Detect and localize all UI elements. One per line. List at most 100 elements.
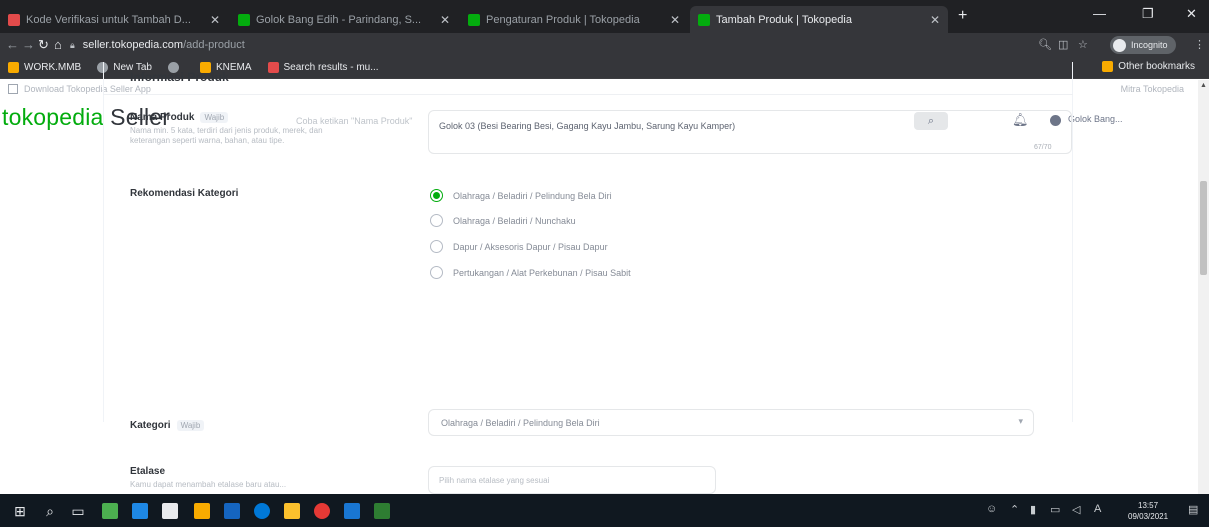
category-label: Kategori Wajib bbox=[130, 420, 205, 431]
file-explorer-icon[interactable] bbox=[192, 501, 212, 521]
minimize-button[interactable]: — bbox=[1093, 6, 1106, 21]
language-icon[interactable]: A bbox=[1094, 503, 1101, 515]
tab-title: Tambah Produk | Tokopedia bbox=[716, 13, 852, 26]
zoom-icon[interactable]: 🔍︎ bbox=[1038, 38, 1052, 51]
bookmark-star-icon[interactable]: ☆ bbox=[1078, 38, 1088, 51]
taskbar-app-icon[interactable] bbox=[282, 501, 302, 521]
taskbar-app-icon[interactable] bbox=[372, 501, 392, 521]
url-path: /add-product bbox=[183, 39, 245, 51]
tray-chevron-up-icon[interactable]: ⌃ bbox=[1010, 503, 1019, 516]
back-arrow-icon[interactable]: ← bbox=[6, 37, 19, 52]
taskbar-clock[interactable]: 13:57 09/03/2021 bbox=[1128, 500, 1168, 522]
radio-empty-icon bbox=[430, 266, 443, 279]
battery-icon[interactable]: ▭ bbox=[1050, 503, 1060, 516]
chevron-down-icon: ▾ bbox=[1018, 416, 1023, 426]
incognito-indicator[interactable]: Incognito bbox=[1110, 36, 1176, 54]
product-name-label-text: Nama Produk bbox=[130, 112, 195, 123]
clock-date: 09/03/2021 bbox=[1128, 512, 1169, 521]
brand-name: tokopedia bbox=[2, 104, 104, 130]
close-window-button[interactable]: ✕ bbox=[1186, 6, 1197, 22]
url-host: seller.tokopedia.com bbox=[82, 39, 184, 51]
scroll-up-arrow-icon[interactable]: ▲ bbox=[1200, 82, 1207, 89]
tab-close-icon[interactable]: ✕ bbox=[210, 13, 220, 27]
clock-time: 13:57 bbox=[1138, 501, 1159, 510]
tab-close-icon[interactable]: ✕ bbox=[440, 13, 450, 27]
scrollbar-thumb[interactable] bbox=[1200, 181, 1207, 275]
required-badge: Wajib bbox=[200, 112, 229, 123]
tab-title: Pengaturan Produk | Tokopedia bbox=[486, 13, 640, 26]
download-app-checkbox[interactable] bbox=[8, 84, 18, 94]
taskbar-app-icon[interactable] bbox=[222, 501, 242, 521]
etalase-input[interactable]: Pilih nama etalase yang sesuai bbox=[428, 466, 716, 494]
task-view-icon[interactable]: ▭ bbox=[68, 501, 88, 521]
product-name-help: Nama min. 5 kata, terdiri dari jenis pro… bbox=[130, 126, 323, 145]
tab-favicon-icon bbox=[238, 13, 250, 26]
browser-tab-active[interactable]: Tambah Produk | Tokopedia ✕ bbox=[690, 6, 948, 33]
browser-tab-strip: Kode Verifikasi untuk Tambah D... ✕ Golo… bbox=[0, 0, 1209, 33]
category-option-1[interactable]: Olahraga / Beladiri / Pelindung Bela Dir… bbox=[430, 189, 612, 202]
category-option-label: Pertukangan / Alat Perkebunan / Pisau Sa… bbox=[453, 267, 631, 278]
browser-tab-1[interactable]: Kode Verifikasi untuk Tambah D... ✕ bbox=[0, 6, 228, 33]
category-label-text: Kategori bbox=[130, 420, 171, 431]
browser-tab-3[interactable]: Pengaturan Produk | Tokopedia ✕ bbox=[460, 6, 688, 33]
taskbar-app-icon[interactable] bbox=[342, 501, 362, 521]
other-bookmarks[interactable]: Other bookmarks bbox=[1102, 61, 1195, 72]
tab-title: Kode Verifikasi untuk Tambah D... bbox=[26, 13, 191, 26]
bookmark-work[interactable]: WORK.MMB bbox=[8, 62, 81, 73]
category-option-label: Olahraga / Beladiri / Pelindung Bela Dir… bbox=[453, 190, 612, 201]
new-tab-button[interactable]: + bbox=[958, 7, 967, 25]
mitra-link[interactable]: Mitra Tokopedia bbox=[1121, 84, 1184, 94]
chrome-icon[interactable] bbox=[312, 501, 332, 521]
taskbar-app-icon[interactable] bbox=[100, 501, 120, 521]
search-icon[interactable]: ⌕ bbox=[40, 501, 60, 521]
category-select[interactable]: Olahraga / Beladiri / Pelindung Bela Dir… bbox=[428, 409, 1034, 436]
tab-close-icon[interactable]: ✕ bbox=[930, 13, 940, 27]
category-option-label: Dapur / Aksesoris Dapur / Pisau Dapur bbox=[453, 241, 608, 252]
shop-name[interactable]: Golok Bang... bbox=[1068, 114, 1123, 124]
required-badge: Wajib bbox=[176, 420, 205, 431]
forward-arrow-icon[interactable]: → bbox=[22, 37, 35, 52]
tab-close-icon[interactable]: ✕ bbox=[670, 13, 680, 27]
taskbar-app-icon[interactable] bbox=[130, 501, 150, 521]
address-bar[interactable]: 🔒︎ seller.tokopedia.com/add-product bbox=[62, 35, 882, 55]
category-select-value: Olahraga / Beladiri / Pelindung Bela Dir… bbox=[441, 417, 600, 428]
page-scrollbar[interactable]: ▲ bbox=[1198, 80, 1209, 494]
folder-icon bbox=[8, 62, 19, 73]
volume-icon[interactable]: ◁ bbox=[1072, 503, 1080, 516]
radio-empty-icon bbox=[430, 240, 443, 253]
extension-icon[interactable]: ◫ bbox=[1058, 38, 1068, 51]
bookmark-label: WORK.MMB bbox=[24, 62, 82, 73]
tab-favicon-icon bbox=[8, 13, 20, 26]
maximize-button[interactable]: ❐ bbox=[1142, 6, 1154, 22]
people-icon[interactable]: ☺ bbox=[986, 503, 997, 515]
reload-icon[interactable]: ↻ bbox=[38, 37, 49, 53]
browser-toolbar: ← → ↻ ⌂ 🔒︎ seller.tokopedia.com/add-prod… bbox=[0, 33, 1209, 57]
category-option-3[interactable]: Dapur / Aksesoris Dapur / Pisau Dapur bbox=[430, 240, 608, 253]
edge-icon[interactable] bbox=[252, 501, 272, 521]
tab-title: Golok Bang Edih - Parindang, S... bbox=[256, 13, 422, 26]
category-option-label: Olahraga / Beladiri / Nunchaku bbox=[453, 215, 576, 226]
browser-tab-2[interactable]: Golok Bang Edih - Parindang, S... ✕ bbox=[230, 6, 458, 33]
folder-icon bbox=[1102, 61, 1114, 72]
category-option-4[interactable]: Pertukangan / Alat Perkebunan / Pisau Sa… bbox=[430, 266, 631, 279]
tab-favicon-icon bbox=[468, 13, 480, 26]
radio-selected-icon bbox=[430, 189, 443, 202]
notification-center-icon[interactable]: ▤ bbox=[1188, 503, 1198, 516]
etalase-label: Etalase bbox=[130, 466, 166, 477]
incognito-label: Incognito bbox=[1131, 40, 1168, 50]
mail-icon[interactable] bbox=[160, 501, 180, 521]
network-icon[interactable]: ▮ bbox=[1030, 503, 1036, 516]
tab-favicon-icon bbox=[698, 13, 710, 26]
product-name-label: Nama Produk Wajib bbox=[130, 112, 229, 123]
product-name-input[interactable]: Golok 03 (Besi Bearing Besi, Gagang Kayu… bbox=[428, 110, 1072, 154]
windows-taskbar: ⊞ ⌕ ▭ ☺ ⌃ ▮ ▭ ◁ A 13:57 09/03/2021 ▤ bbox=[0, 494, 1209, 527]
section-divider bbox=[103, 94, 1073, 95]
incognito-icon bbox=[1113, 38, 1126, 52]
radio-empty-icon bbox=[430, 214, 443, 227]
section-title: Informasi Produk bbox=[130, 70, 229, 84]
home-icon[interactable]: ⌂ bbox=[54, 37, 62, 52]
windows-start-icon[interactable]: ⊞ bbox=[10, 501, 30, 521]
other-bookmarks-label: Other bookmarks bbox=[1118, 61, 1195, 72]
menu-kebab-icon[interactable]: ⋮ bbox=[1194, 38, 1205, 51]
category-option-2[interactable]: Olahraga / Beladiri / Nunchaku bbox=[430, 214, 576, 227]
